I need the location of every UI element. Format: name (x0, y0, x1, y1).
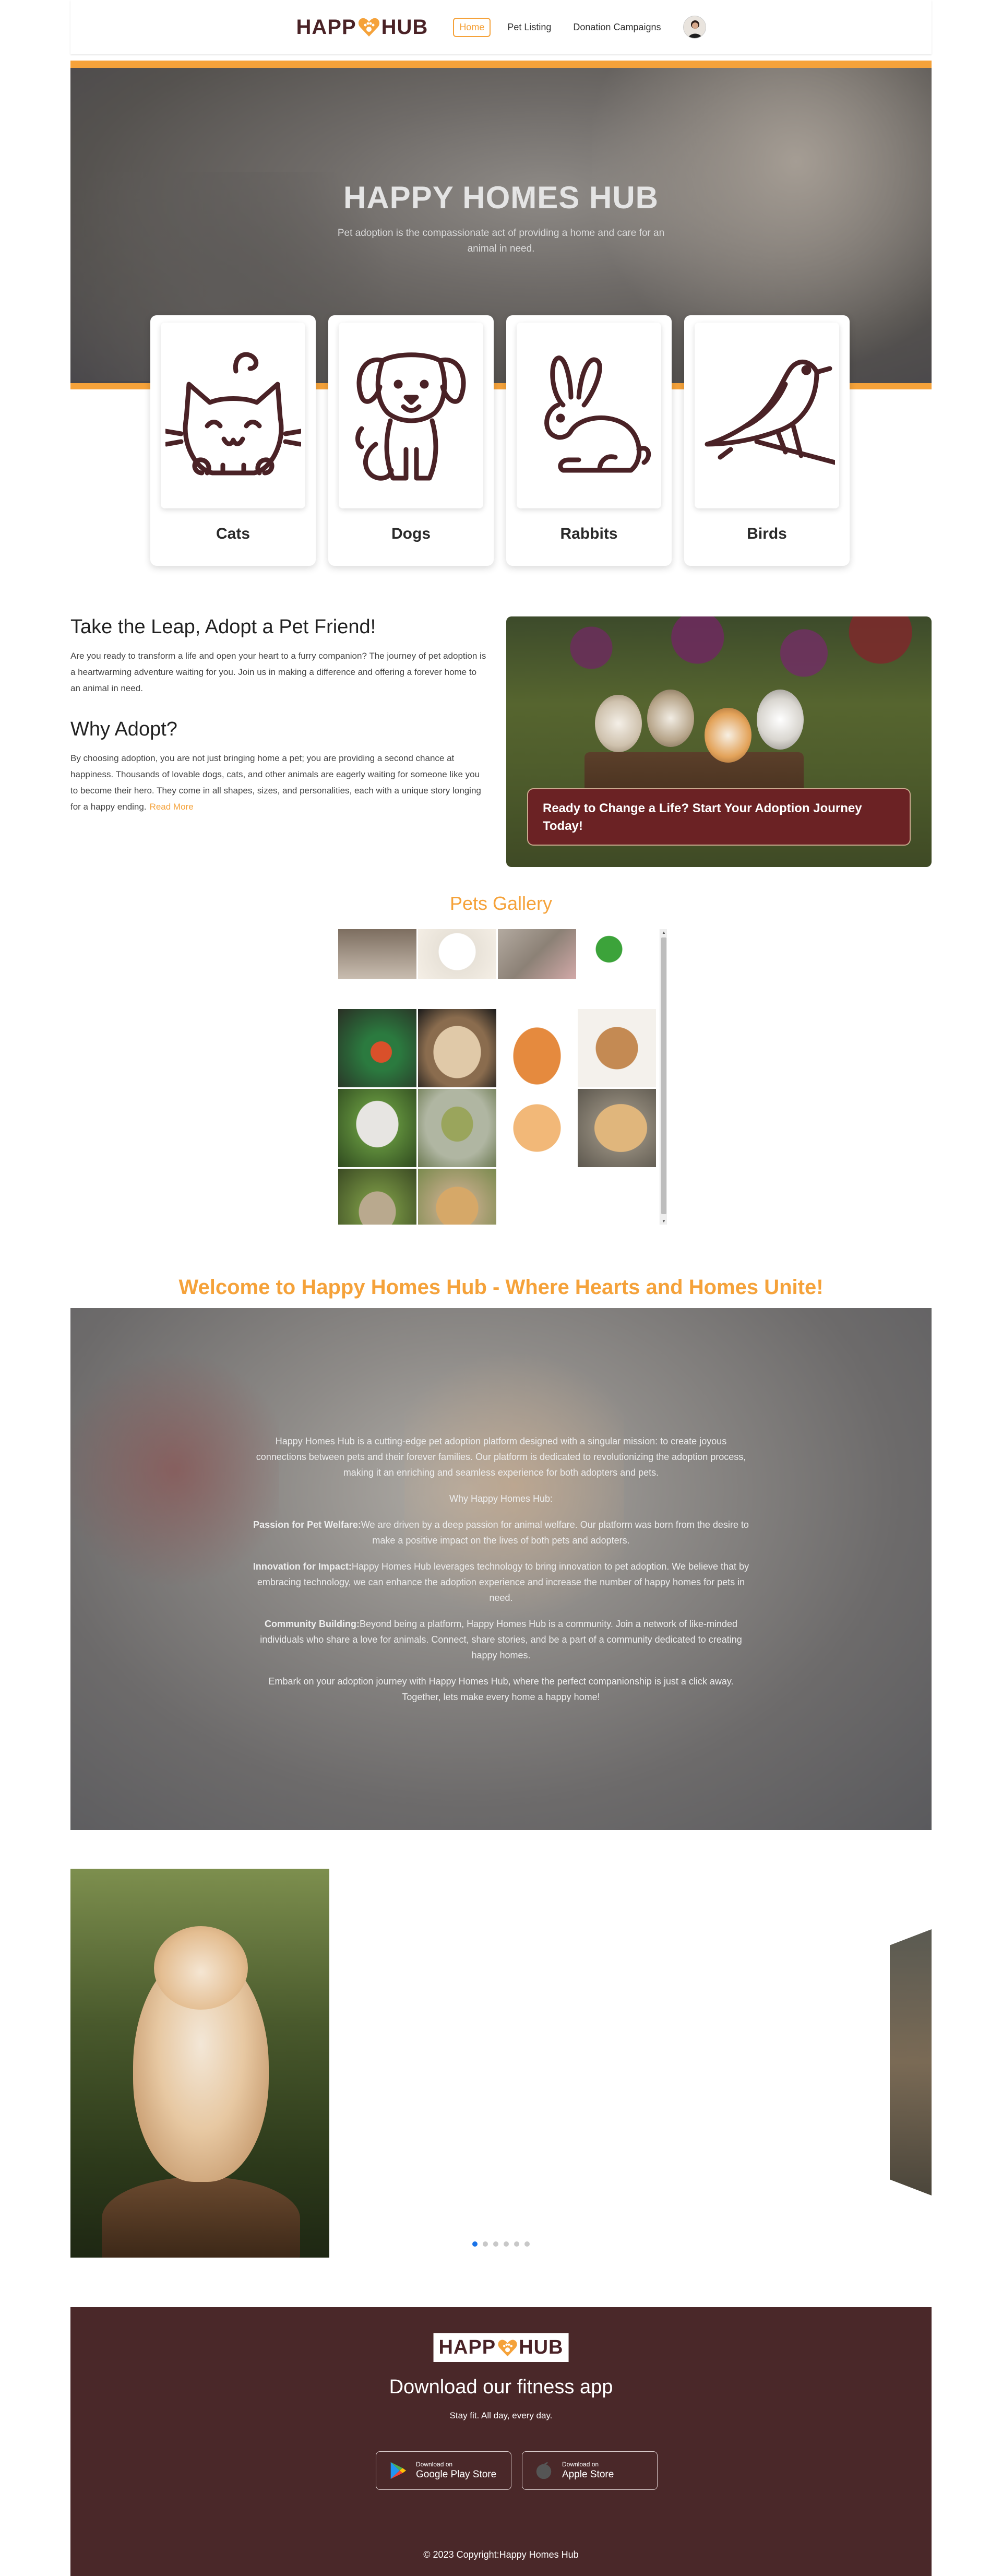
carousel-dot[interactable] (514, 2241, 519, 2247)
about-point: Community Building:Beyond being a platfo… (260, 1619, 742, 1660)
card-label: Cats (216, 525, 250, 542)
heart-paw-logo-icon (498, 2339, 517, 2356)
card-image (339, 323, 483, 508)
card-label: Dogs (391, 525, 431, 542)
carousel-dot[interactable] (472, 2241, 478, 2247)
footer: HAPP HUB Download our fitness app Stay f… (70, 2307, 932, 2576)
gallery-photo[interactable] (578, 1009, 656, 1087)
kittens-basket-photo: Ready to Change a Life? Start Your Adopt… (506, 616, 932, 867)
card-label: Rabbits (560, 525, 618, 542)
gallery-photo[interactable] (418, 1009, 496, 1087)
gallery-photo[interactable] (578, 929, 656, 979)
gallery-photo[interactable] (578, 1089, 656, 1167)
gallery-photo[interactable] (338, 1089, 416, 1167)
pets-gallery: ▲ ▼ (338, 929, 667, 1225)
store-buttons: Download on Google Play Store Download o… (376, 2451, 658, 2490)
gallery-title: Pets Gallery (449, 893, 553, 914)
card-image (517, 323, 661, 508)
copyright-text: © 2023 Copyright:Happy Homes Hub (423, 2549, 579, 2560)
bird-icon (705, 359, 835, 465)
adoption-cta-banner[interactable]: Ready to Change a Life? Start Your Adopt… (527, 788, 911, 846)
google-play-button[interactable]: Download on Google Play Store (376, 2451, 511, 2490)
gallery-scrollbar[interactable]: ▲ ▼ (660, 929, 667, 1225)
card-image (161, 323, 305, 508)
carousel-slide[interactable] (70, 1869, 329, 2258)
carousel-next-slide[interactable] (890, 1929, 932, 2195)
carousel-dot[interactable] (483, 2241, 488, 2247)
apple-store-button[interactable]: Download on Apple Store (522, 2451, 658, 2490)
why-adopt-heading: Why Adopt? (70, 718, 177, 740)
footer-title: Download our fitness app (389, 2376, 613, 2398)
footer-logo[interactable]: HAPP HUB (433, 2333, 569, 2362)
nav-pet-listing[interactable]: Pet Listing (502, 19, 556, 36)
gallery-photo[interactable] (418, 929, 496, 979)
gallery-photo[interactable] (498, 929, 576, 979)
adopt-heading: Take the Leap, Adopt a Pet Friend! (70, 616, 376, 638)
google-play-icon (390, 2462, 407, 2479)
gallery-photo[interactable] (338, 1169, 416, 1225)
card-image (695, 323, 839, 508)
dog-icon (355, 352, 466, 481)
read-more-link[interactable]: Read More (150, 802, 194, 812)
gallery-photo[interactable] (418, 1089, 496, 1167)
gallery-photo[interactable] (498, 1009, 576, 1087)
scroll-down-icon[interactable]: ▼ (662, 1219, 666, 1224)
carousel-dots (472, 2241, 530, 2247)
category-card-dogs[interactable]: Dogs (328, 315, 494, 566)
footer-subtitle: Stay fit. All day, every day. (449, 2411, 553, 2420)
logo-text-left: HAPP (296, 15, 356, 39)
logo-text-right: HUB (381, 15, 428, 39)
about-point: Passion for Pet Welfare:We are driven by… (253, 1520, 749, 1546)
user-avatar-icon (683, 16, 706, 38)
nav-home[interactable]: Home (453, 17, 491, 37)
adopt-section: Take the Leap, Adopt a Pet Friend! Are y… (70, 616, 488, 815)
category-card-cats[interactable]: Cats (150, 315, 316, 566)
carousel-dot[interactable] (524, 2241, 530, 2247)
welcome-title: Welcome to Happy Homes Hub - Where Heart… (178, 1276, 824, 1299)
hero-title: HAPPY HOMES HUB (343, 180, 659, 215)
about-intro: Happy Homes Hub is a cutting-edge pet ad… (256, 1436, 746, 1478)
heart-paw-logo-icon (358, 18, 379, 37)
about-section: Happy Homes Hub is a cutting-edge pet ad… (70, 1308, 932, 1830)
why-adopt-paragraph: By choosing adoption, you are not just b… (70, 753, 481, 812)
category-card-birds[interactable]: Birds (684, 315, 850, 566)
logo[interactable]: HAPP HUB (296, 16, 428, 39)
about-why-heading: Why Happy Homes Hub: (449, 1493, 553, 1504)
carousel-dot[interactable] (493, 2241, 498, 2247)
gallery-photo[interactable] (498, 1089, 576, 1167)
hero-subtitle: Pet adoption is the compassionate act of… (337, 228, 665, 254)
scroll-up-icon[interactable]: ▲ (662, 930, 666, 935)
carousel-dot[interactable] (504, 2241, 509, 2247)
avatar[interactable] (683, 16, 706, 39)
gallery-photo[interactable] (338, 1009, 416, 1087)
gallery-photo[interactable] (338, 929, 416, 979)
scrollbar-thumb[interactable] (661, 937, 666, 1214)
apple-icon (536, 2462, 552, 2479)
about-point: Innovation for Impact:Happy Homes Hub le… (253, 1561, 749, 1603)
card-label: Birds (747, 525, 787, 542)
adopt-paragraph: Are you ready to transform a life and op… (70, 651, 486, 693)
navbar: HAPP HUB Home Pet Listing Donation Campa… (70, 0, 932, 54)
gallery-grid (338, 929, 657, 1225)
category-cards: Cats Dogs Rabbits Birds (150, 315, 850, 566)
about-text: Happy Homes Hub is a cutting-edge pet ad… (250, 1433, 752, 1715)
about-closing: Embark on your adoption journey with Hap… (268, 1676, 734, 1702)
cat-icon (165, 352, 301, 476)
category-card-rabbits[interactable]: Rabbits (506, 315, 672, 566)
gallery-photo[interactable] (418, 1169, 496, 1225)
rabbit-icon (544, 355, 651, 473)
nav-donation-campaigns[interactable]: Donation Campaigns (568, 19, 666, 36)
